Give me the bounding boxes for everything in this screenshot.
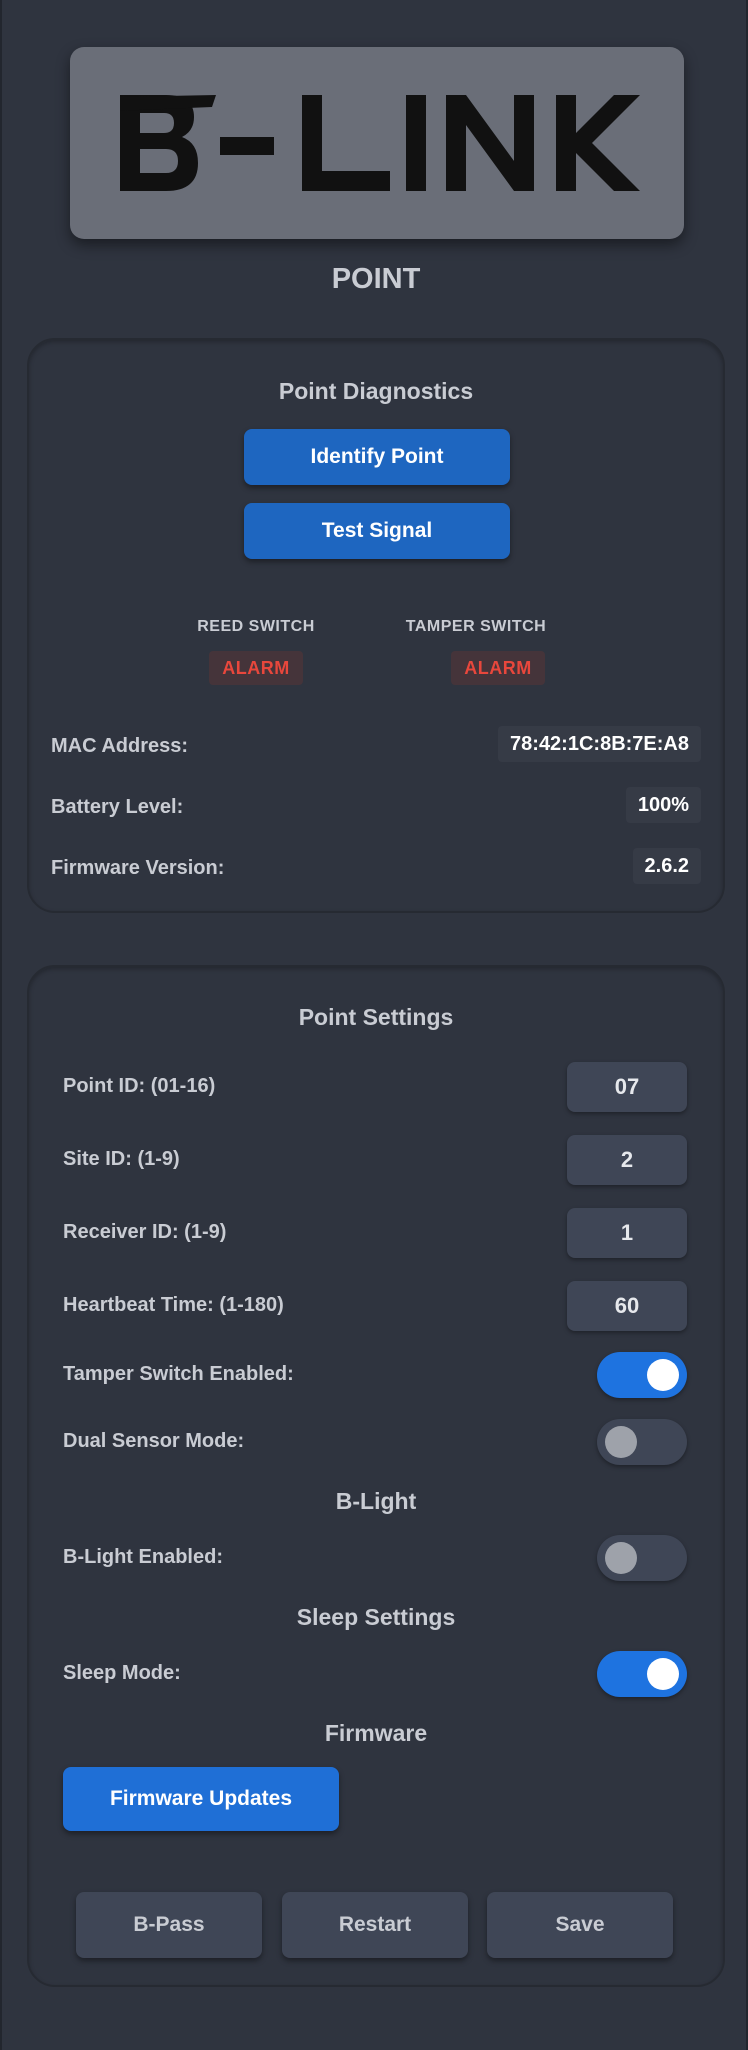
tamper-switch-label: TAMPER SWITCH bbox=[405, 618, 547, 635]
point-id-input[interactable]: 07 bbox=[567, 1062, 687, 1112]
reed-switch-status-badge: ALARM bbox=[209, 651, 303, 685]
settings-title: Point Settings bbox=[298, 1004, 454, 1030]
toggle-knob bbox=[605, 1426, 637, 1458]
heartbeat-time-label: Heartbeat Time: (1-180) bbox=[63, 1294, 284, 1316]
b-pass-button[interactable]: B-Pass bbox=[76, 1892, 262, 1958]
toggle-knob bbox=[605, 1542, 637, 1574]
save-button[interactable]: Save bbox=[487, 1892, 673, 1958]
b-light-enabled-label: B-Light Enabled: bbox=[63, 1546, 223, 1568]
site-id-input[interactable]: 2 bbox=[567, 1135, 687, 1185]
receiver-id-input[interactable]: 1 bbox=[567, 1208, 687, 1258]
tamper-switch-toggle[interactable] bbox=[597, 1352, 687, 1398]
receiver-id-label: Receiver ID: (1-9) bbox=[63, 1221, 227, 1243]
identify-point-button[interactable]: Identify Point bbox=[244, 429, 510, 485]
battery-level-value: 100% bbox=[625, 787, 701, 823]
site-id-label: Site ID: (1-9) bbox=[63, 1148, 180, 1170]
reed-switch-label: REED SWITCH bbox=[197, 618, 315, 635]
point-page: POINT Point Diagnostics Identify Point T… bbox=[0, 0, 748, 2050]
mac-address-label: MAC Address: bbox=[51, 735, 189, 757]
test-signal-button[interactable]: Test Signal bbox=[244, 503, 510, 559]
firmware-section-title: Firmware bbox=[324, 1720, 428, 1746]
tamper-switch-enabled-label: Tamper Switch Enabled: bbox=[63, 1363, 294, 1385]
point-settings-card: Point Settings Point ID: (01-16) 07 Site… bbox=[27, 965, 725, 1987]
tamper-switch-status-badge: ALARM bbox=[451, 651, 545, 685]
dual-sensor-mode-label: Dual Sensor Mode: bbox=[63, 1430, 245, 1452]
sleep-mode-toggle[interactable] bbox=[597, 1651, 687, 1697]
brand-logo bbox=[70, 47, 684, 239]
firmware-version-label: Firmware Version: bbox=[51, 857, 225, 879]
sleep-settings-title: Sleep Settings bbox=[296, 1604, 456, 1630]
heartbeat-time-input[interactable]: 60 bbox=[567, 1281, 687, 1331]
restart-button[interactable]: Restart bbox=[282, 1892, 468, 1958]
page-title: POINT bbox=[331, 263, 421, 295]
diagnostics-title: Point Diagnostics bbox=[278, 378, 474, 404]
firmware-version-value: 2.6.2 bbox=[632, 848, 701, 884]
toggle-knob bbox=[647, 1359, 679, 1391]
point-diagnostics-card: Point Diagnostics Identify Point Test Si… bbox=[27, 338, 725, 913]
toggle-knob bbox=[647, 1658, 679, 1690]
sleep-mode-label: Sleep Mode: bbox=[63, 1662, 181, 1684]
b-light-section-title: B-Light bbox=[335, 1488, 417, 1514]
point-id-label: Point ID: (01-16) bbox=[63, 1075, 216, 1097]
firmware-updates-button[interactable]: Firmware Updates bbox=[63, 1767, 339, 1831]
dual-sensor-mode-toggle[interactable] bbox=[597, 1419, 687, 1465]
b-link-logo-mark bbox=[120, 95, 640, 191]
b-light-toggle[interactable] bbox=[597, 1535, 687, 1581]
battery-level-label: Battery Level: bbox=[51, 796, 184, 818]
mac-address-value: 78:42:1C:8B:7E:A8 bbox=[498, 726, 701, 762]
